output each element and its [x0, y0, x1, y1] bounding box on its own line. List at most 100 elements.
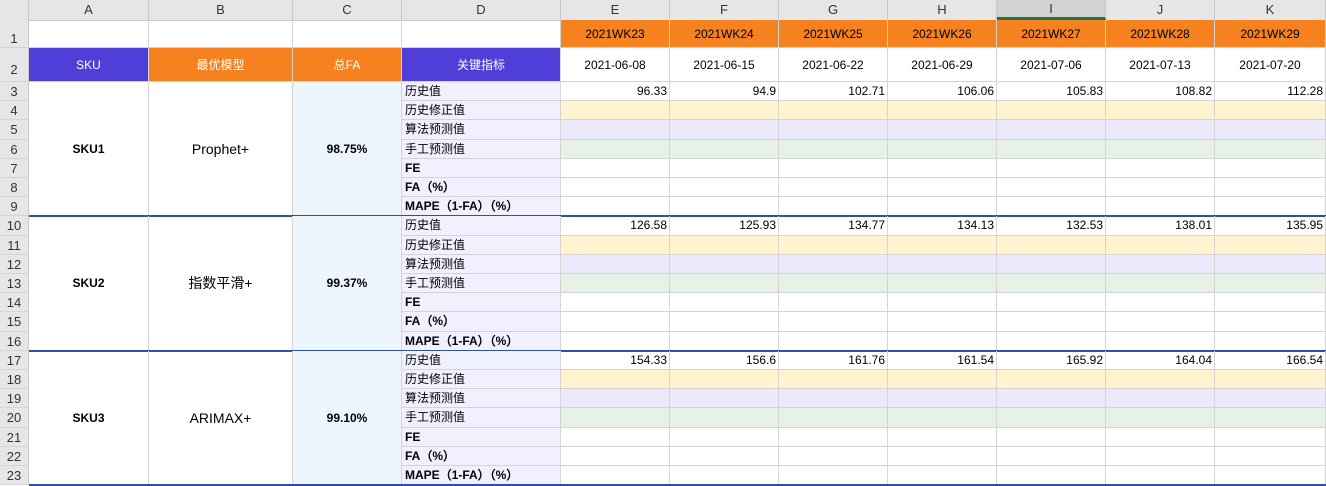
data-cell[interactable]: [779, 466, 888, 486]
data-cell[interactable]: [888, 331, 997, 351]
history-value-cell[interactable]: 108.82: [1106, 82, 1215, 102]
metric-label[interactable]: 历史值: [402, 82, 561, 102]
row-header-22[interactable]: 22: [0, 446, 29, 466]
row-header-21[interactable]: 21: [0, 427, 29, 447]
row-header-12[interactable]: 12: [0, 254, 29, 274]
metric-label[interactable]: FA（%）: [402, 178, 561, 198]
data-cell[interactable]: [1215, 370, 1326, 390]
column-header-e[interactable]: E: [561, 0, 670, 20]
data-cell[interactable]: [779, 158, 888, 178]
column-header-b[interactable]: B: [149, 0, 293, 20]
data-cell[interactable]: [779, 427, 888, 447]
data-cell[interactable]: [1215, 274, 1326, 294]
data-cell[interactable]: [888, 446, 997, 466]
history-value-cell[interactable]: 125.93: [670, 216, 779, 236]
select-all-corner[interactable]: [0, 0, 29, 20]
history-value-cell[interactable]: 112.28: [1215, 82, 1326, 102]
metric-header[interactable]: 关键指标: [402, 48, 561, 82]
week-header[interactable]: 2021WK23: [561, 20, 670, 48]
data-cell[interactable]: [670, 235, 779, 255]
date-header[interactable]: 2021-06-29: [888, 48, 997, 82]
data-cell[interactable]: [1106, 466, 1215, 486]
row-header-16[interactable]: 16: [0, 331, 29, 351]
data-cell[interactable]: [779, 312, 888, 332]
data-cell[interactable]: [997, 158, 1106, 178]
data-cell[interactable]: [997, 331, 1106, 351]
column-header-i[interactable]: I: [997, 0, 1106, 20]
data-cell[interactable]: [779, 274, 888, 294]
data-cell[interactable]: [997, 427, 1106, 447]
best-model[interactable]: 指数平滑+: [149, 216, 293, 351]
data-cell[interactable]: [888, 178, 997, 198]
history-value-cell[interactable]: 132.53: [997, 216, 1106, 236]
row-header-18[interactable]: 18: [0, 370, 29, 390]
column-header-c[interactable]: C: [293, 0, 402, 20]
metric-label[interactable]: FE: [402, 427, 561, 447]
data-cell[interactable]: [888, 408, 997, 428]
data-cell[interactable]: [997, 370, 1106, 390]
data-cell[interactable]: [670, 331, 779, 351]
data-cell[interactable]: [888, 235, 997, 255]
metric-label[interactable]: MAPE（1-FA）（%）: [402, 331, 561, 351]
column-header-g[interactable]: G: [779, 0, 888, 20]
data-cell[interactable]: [670, 120, 779, 140]
cell-b1[interactable]: [149, 20, 293, 48]
data-cell[interactable]: [1106, 158, 1215, 178]
data-cell[interactable]: [1215, 331, 1326, 351]
history-value-cell[interactable]: 102.71: [779, 82, 888, 102]
data-cell[interactable]: [1106, 120, 1215, 140]
date-header[interactable]: 2021-07-13: [1106, 48, 1215, 82]
sku-name[interactable]: SKU1: [29, 82, 149, 217]
week-header[interactable]: 2021WK24: [670, 20, 779, 48]
data-cell[interactable]: [561, 139, 670, 159]
week-header[interactable]: 2021WK27: [997, 20, 1106, 48]
data-cell[interactable]: [1215, 389, 1326, 409]
data-cell[interactable]: [1106, 427, 1215, 447]
row-header-2[interactable]: 2: [0, 48, 29, 82]
metric-label[interactable]: 手工预测值: [402, 274, 561, 294]
data-cell[interactable]: [561, 389, 670, 409]
history-value-cell[interactable]: 94.9: [670, 82, 779, 102]
metric-label[interactable]: 历史值: [402, 216, 561, 236]
data-cell[interactable]: [888, 254, 997, 274]
data-cell[interactable]: [561, 178, 670, 198]
data-cell[interactable]: [997, 293, 1106, 313]
data-cell[interactable]: [888, 139, 997, 159]
metric-label[interactable]: 算法预测值: [402, 389, 561, 409]
data-cell[interactable]: [561, 254, 670, 274]
data-cell[interactable]: [1215, 427, 1326, 447]
history-value-cell[interactable]: 105.83: [997, 82, 1106, 102]
week-header[interactable]: 2021WK28: [1106, 20, 1215, 48]
history-value-cell[interactable]: 161.76: [779, 350, 888, 370]
data-cell[interactable]: [1215, 446, 1326, 466]
data-cell[interactable]: [1106, 408, 1215, 428]
history-value-cell[interactable]: 134.77: [779, 216, 888, 236]
data-cell[interactable]: [779, 120, 888, 140]
history-value-cell[interactable]: 138.01: [1106, 216, 1215, 236]
data-cell[interactable]: [670, 408, 779, 428]
data-cell[interactable]: [1215, 158, 1326, 178]
data-cell[interactable]: [888, 274, 997, 294]
data-cell[interactable]: [561, 331, 670, 351]
data-cell[interactable]: [779, 139, 888, 159]
data-cell[interactable]: [561, 158, 670, 178]
data-cell[interactable]: [670, 197, 779, 217]
total-fa[interactable]: 99.10%: [293, 350, 402, 486]
data-cell[interactable]: [670, 293, 779, 313]
data-cell[interactable]: [1215, 312, 1326, 332]
history-value-cell[interactable]: 96.33: [561, 82, 670, 102]
sku-header[interactable]: SKU: [29, 48, 149, 82]
data-cell[interactable]: [997, 139, 1106, 159]
data-cell[interactable]: [561, 235, 670, 255]
data-cell[interactable]: [1215, 293, 1326, 313]
data-cell[interactable]: [1215, 120, 1326, 140]
data-cell[interactable]: [670, 446, 779, 466]
history-value-cell[interactable]: 164.04: [1106, 350, 1215, 370]
data-cell[interactable]: [1106, 274, 1215, 294]
row-header-9[interactable]: 9: [0, 197, 29, 217]
data-cell[interactable]: [997, 254, 1106, 274]
date-header[interactable]: 2021-07-06: [997, 48, 1106, 82]
column-header-k[interactable]: K: [1215, 0, 1326, 20]
data-cell[interactable]: [997, 235, 1106, 255]
data-cell[interactable]: [779, 101, 888, 121]
